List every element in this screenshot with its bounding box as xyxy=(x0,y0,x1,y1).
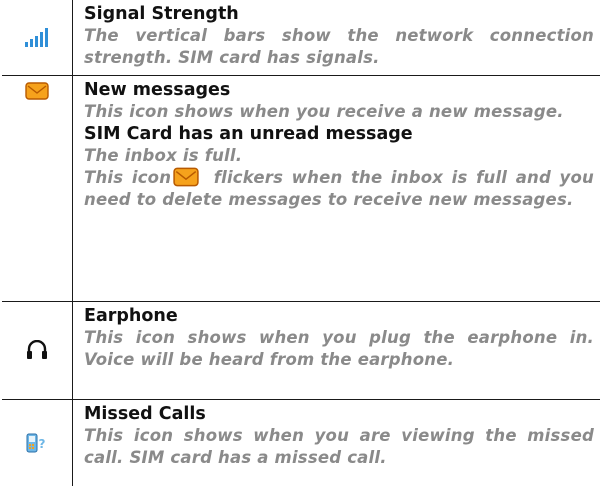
status-icons-table: Signal Strength The vertical bars show t… xyxy=(2,0,600,486)
table-row: Signal Strength The vertical bars show t… xyxy=(2,0,600,76)
text-cell: Earphone This icon shows when you plug t… xyxy=(72,300,600,400)
signal-strength-description: The vertical bars show the network conne… xyxy=(84,26,594,67)
inbox-full-text: The inbox is full. xyxy=(84,145,243,165)
missed-calls-description: This icon shows when you are viewing the… xyxy=(84,425,594,467)
signal-strength-heading: Signal Strength xyxy=(84,4,239,24)
text-cell: New messages This icon shows when you re… xyxy=(72,74,600,302)
signal-strength-icon xyxy=(25,28,48,48)
text-cell: Missed Calls This icon shows when you ar… xyxy=(72,398,600,486)
unread-message-heading: SIM Card has an unread message xyxy=(84,123,413,144)
table-row: ? Missed Calls This icon shows when you … xyxy=(2,398,600,486)
earphone-icon xyxy=(27,340,47,359)
text-cell: Signal Strength The vertical bars show t… xyxy=(72,0,600,76)
earphone-description: This icon shows when you plug the earpho… xyxy=(84,327,594,369)
icon-cell xyxy=(2,300,73,400)
envelope-icon xyxy=(25,81,49,100)
new-messages-heading: New messages xyxy=(84,79,231,100)
envelope-icon xyxy=(173,167,199,186)
table-row: Earphone This icon shows when you plug t… xyxy=(2,300,600,400)
icon-cell: ? xyxy=(2,398,73,486)
inbox-full-description: This icon flickers when the inbox is ful… xyxy=(84,167,594,211)
table-row: New messages This icon shows when you re… xyxy=(2,74,600,302)
new-messages-description: This icon shows when you receive a new m… xyxy=(84,101,564,121)
svg-text:?: ? xyxy=(39,437,46,451)
missed-calls-heading: Missed Calls xyxy=(84,403,206,424)
inbox-full-description-start: This icon xyxy=(84,167,172,187)
earphone-heading: Earphone xyxy=(84,305,178,326)
missed-call-icon: ? xyxy=(26,433,46,453)
icon-cell xyxy=(2,74,73,302)
icon-cell xyxy=(2,0,73,76)
